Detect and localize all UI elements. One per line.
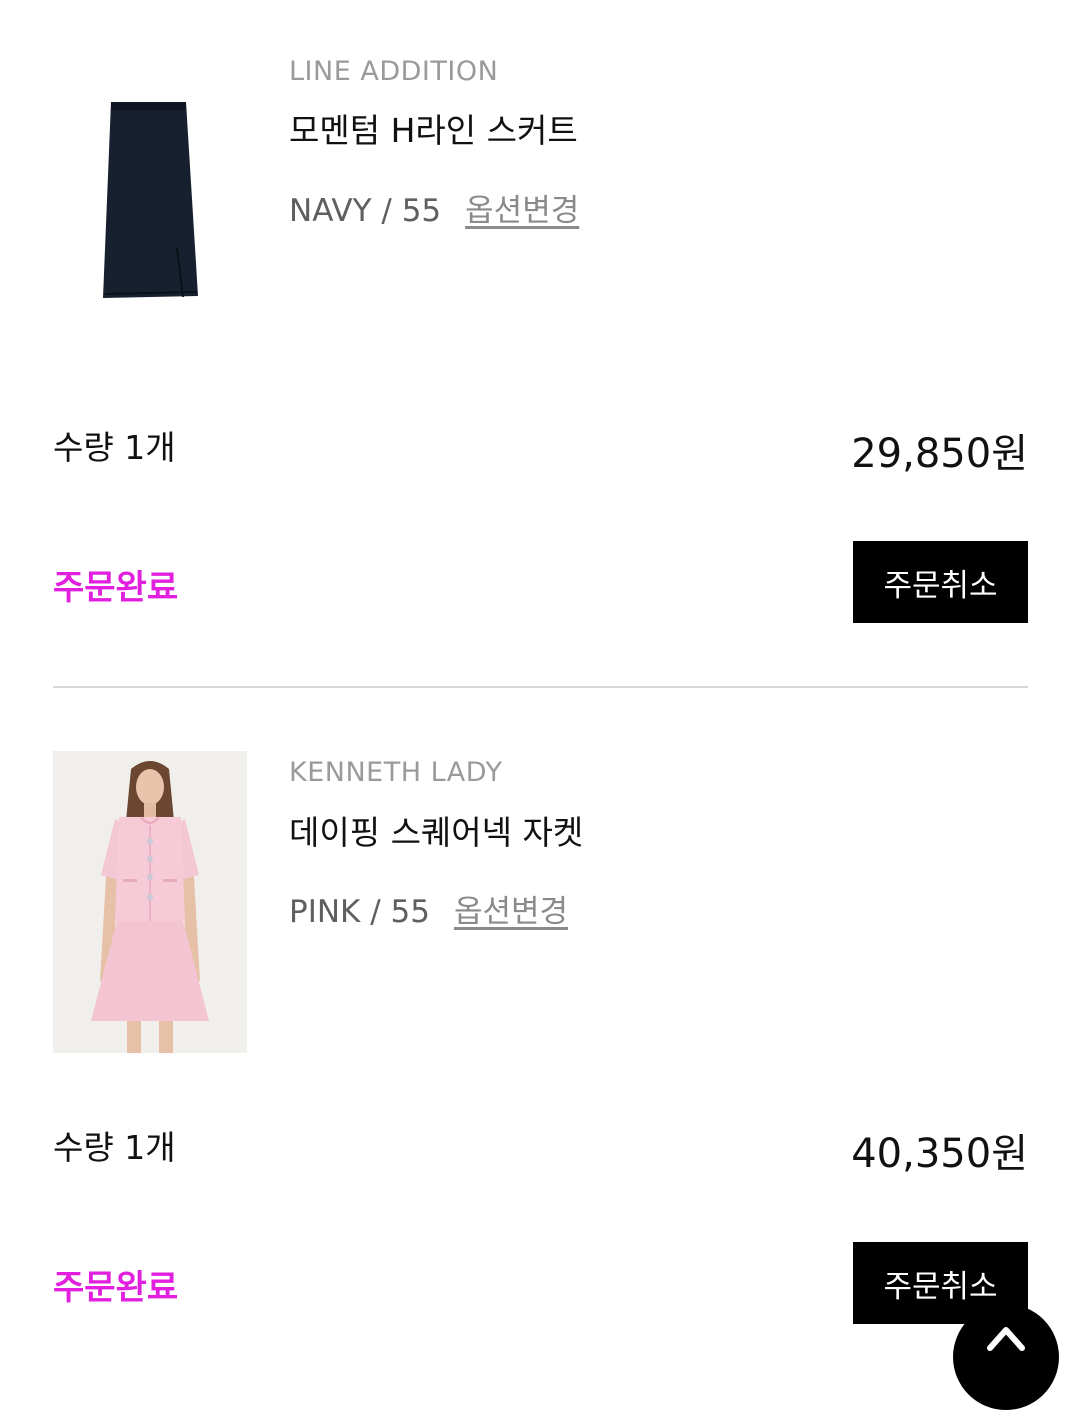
model-image — [53, 751, 247, 1053]
option-change-link[interactable]: 옵션변경 — [465, 185, 579, 230]
order-item: KENNETH LADY 데이핑 스퀘어넥 자켓 PINK / 55 옵션변경 … — [53, 700, 1028, 1351]
order-item: LINE ADDITION 모멘텀 H라인 스커트 NAVY / 55 옵션변경… — [53, 0, 1028, 686]
option-text: NAVY / 55 — [289, 193, 442, 229]
brand-name: LINE ADDITION — [289, 56, 499, 87]
quantity-text: 수량 1개 — [53, 1128, 176, 1167]
product-image-jacket[interactable] — [53, 751, 247, 1053]
option-row: PINK / 55 옵션변경 — [289, 886, 568, 931]
cancel-order-button[interactable]: 주문취소 — [853, 541, 1028, 623]
option-row: NAVY / 55 옵션변경 — [289, 185, 579, 230]
arrow-up-icon — [987, 1327, 1025, 1351]
order-status: 주문완료 — [53, 568, 179, 608]
price-text: 29,850원 — [851, 431, 1028, 477]
divider — [53, 686, 1028, 688]
option-change-link[interactable]: 옵션변경 — [454, 886, 568, 931]
product-name[interactable]: 모멘텀 H라인 스커트 — [289, 104, 578, 152]
scroll-top-button[interactable] — [953, 1304, 1059, 1410]
price-text: 40,350원 — [851, 1131, 1028, 1177]
product-image-skirt[interactable] — [53, 48, 247, 350]
brand-name: KENNETH LADY — [289, 757, 503, 788]
quantity-text: 수량 1개 — [53, 428, 176, 467]
order-status: 주문완료 — [53, 1268, 179, 1308]
option-text: PINK / 55 — [289, 894, 430, 930]
skirt-image — [103, 102, 198, 298]
product-name[interactable]: 데이핑 스퀘어넥 자켓 — [289, 806, 583, 854]
